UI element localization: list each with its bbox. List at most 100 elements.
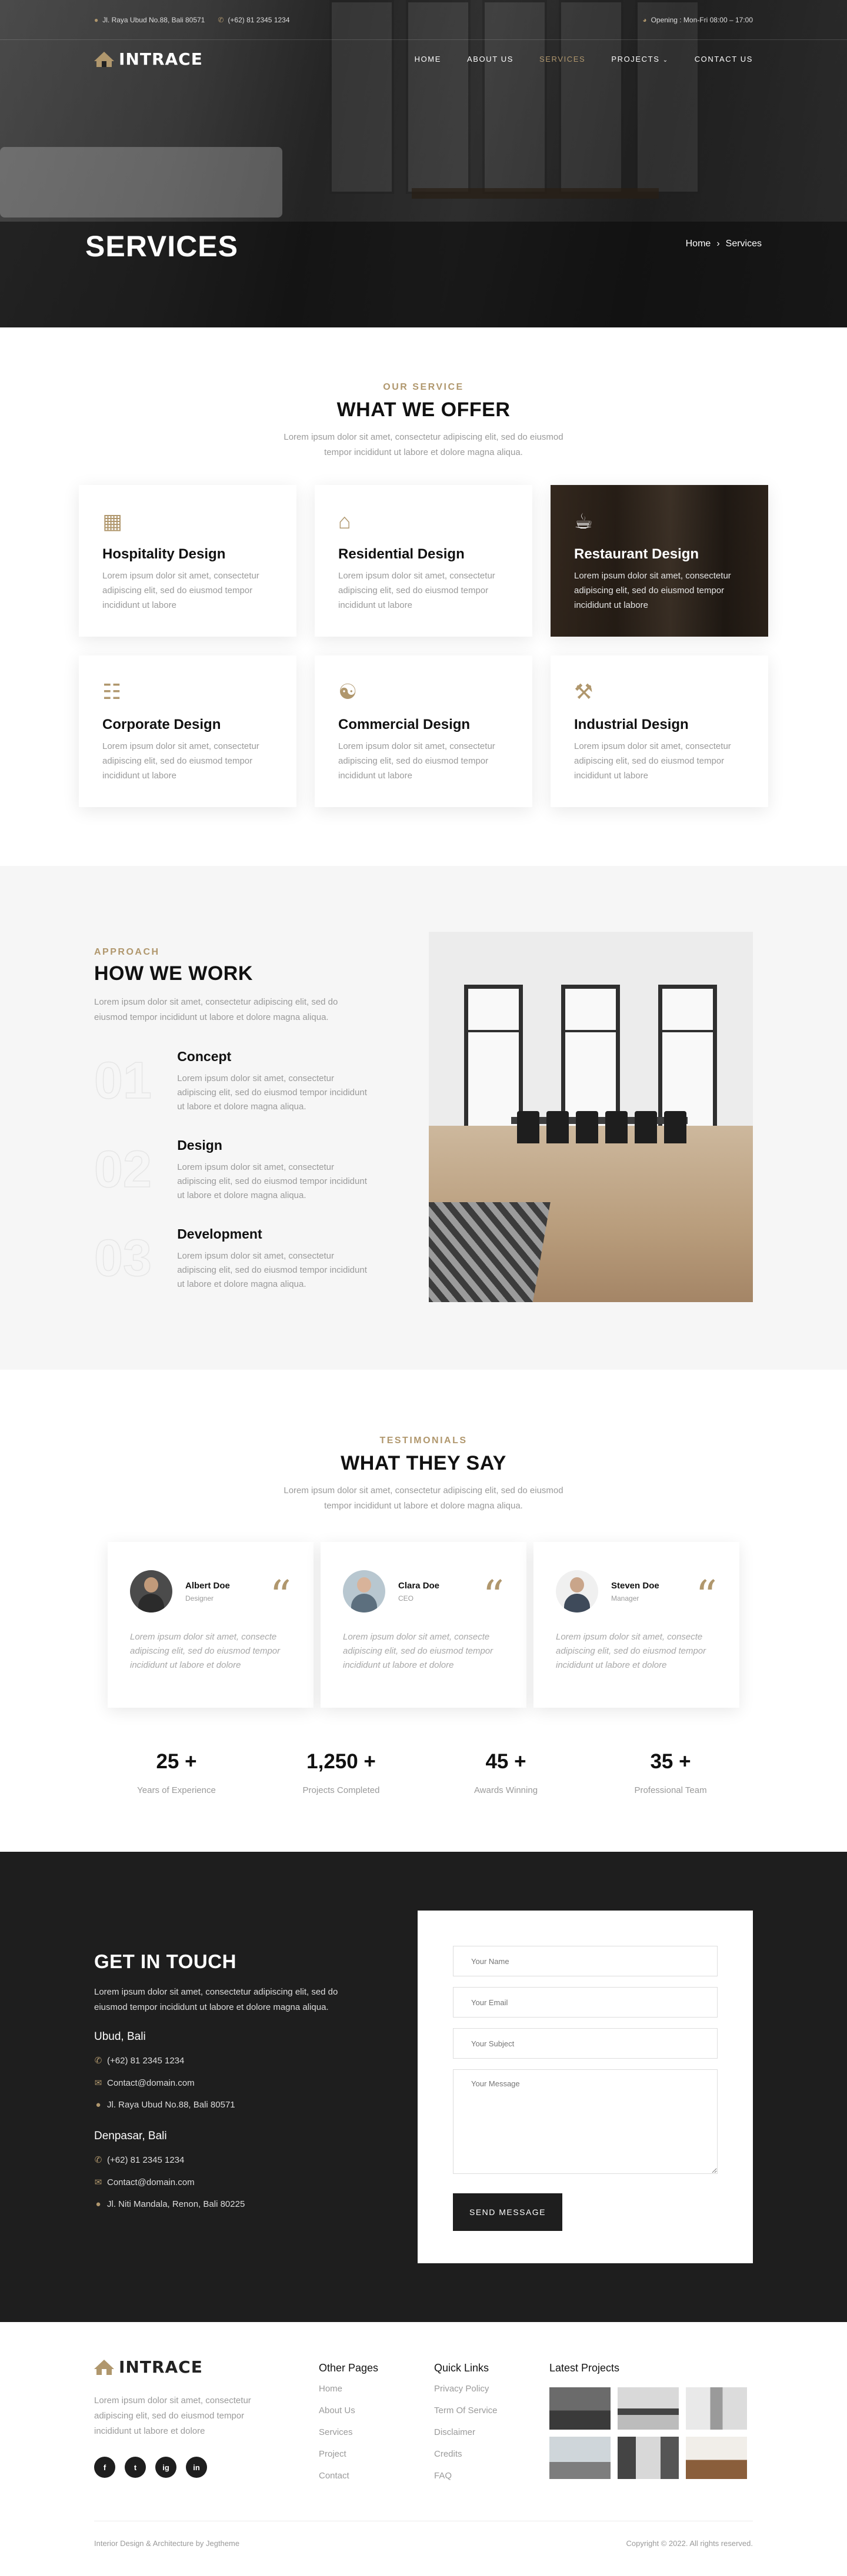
hero-banner: ● Jl. Raya Ubud No.88, Bali 80571 ✆ (+62… [0, 0, 847, 327]
stat-item: 35 + Professional Team [588, 1750, 753, 1795]
service-card-industrial[interactable]: ⚒ Industrial Design Lorem ipsum dolor si… [551, 655, 768, 807]
services-title: WHAT WE OFFER [336, 399, 511, 421]
email-field[interactable] [453, 1987, 718, 2018]
nav-item-home[interactable]: HOME [415, 55, 441, 63]
project-thumbnail[interactable] [686, 2387, 747, 2430]
linkedin-icon[interactable]: in [186, 2457, 207, 2478]
project-thumbnail[interactable] [686, 2437, 747, 2479]
service-card-hospitality[interactable]: ▦ Hospitality Design Lorem ipsum dolor s… [79, 485, 296, 637]
footer-credit: Interior Design & Architecture by Jegthe… [94, 2539, 240, 2548]
service-card-text: Lorem ipsum dolor sit amet, consectetur … [574, 571, 731, 610]
subject-field[interactable] [453, 2028, 718, 2059]
footer-link-project[interactable]: Project [319, 2449, 346, 2459]
step-number: 01 [94, 1051, 152, 1110]
project-thumbnail[interactable] [549, 2387, 611, 2430]
send-message-button[interactable]: SEND MESSAGE [453, 2193, 562, 2231]
office-city: Ubud, Bali [94, 2030, 146, 2043]
stat-label: Awards Winning [473, 1785, 538, 1795]
tools-icon: ⚒ [574, 680, 593, 704]
service-card-restaurant[interactable]: ☕ Restaurant Design Lorem ipsum dolor si… [551, 485, 768, 637]
chevron-right-icon: › [716, 239, 720, 249]
office-phone[interactable]: ✆ (+62) 81 2345 1234 [94, 2055, 359, 2066]
stat-label: Projects Completed [302, 1785, 380, 1795]
blueprint-icon: ☷ [102, 680, 122, 704]
stat-item: 25 + Years of Experience [94, 1750, 259, 1795]
footer-link-privacy-policy[interactable]: Privacy Policy [434, 2384, 489, 2394]
office-phone[interactable]: ✆ (+62) 81 2345 1234 [94, 2155, 359, 2166]
office-email[interactable]: ✉ Contact@domain.com [94, 2077, 359, 2089]
avatar [556, 1570, 598, 1612]
clock-icon: ◕ [642, 16, 647, 24]
project-thumbnail[interactable] [618, 2437, 679, 2479]
footer-link-credits[interactable]: Credits [434, 2449, 462, 2459]
approach-step: 01 Concept Lorem ipsum dolor sit amet, c… [94, 1049, 371, 1114]
footer-link-about-us[interactable]: About Us [319, 2406, 355, 2416]
footer-link-disclaimer[interactable]: Disclaimer [434, 2427, 475, 2437]
service-card-corporate[interactable]: ☷ Corporate Design Lorem ipsum dolor sit… [79, 655, 296, 807]
logo-house-icon [94, 51, 114, 67]
step-number: 03 [94, 1228, 152, 1287]
location-pin-icon: ● [95, 2199, 101, 2209]
office-address: ● Jl. Niti Mandala, Renon, Bali 80225 [94, 2199, 359, 2209]
office-email-text: Contact@domain.com [107, 2077, 195, 2088]
quote-icon: “ [482, 1571, 504, 1621]
footer-link-faq[interactable]: FAQ [434, 2471, 452, 2481]
stat-item: 45 + Awards Winning [424, 1750, 588, 1795]
project-thumbnail[interactable] [618, 2387, 679, 2430]
stat-label: Professional Team [634, 1785, 707, 1795]
testimonial-role: Designer [185, 1594, 214, 1603]
testimonial-role: CEO [398, 1594, 414, 1603]
services-grid: ▦ Hospitality Design Lorem ipsum dolor s… [79, 485, 768, 807]
footer-about: Lorem ipsum dolor sit amet, consectetur … [94, 2396, 251, 2436]
project-thumbnail[interactable] [549, 2437, 611, 2479]
envelope-icon: ✉ [94, 2177, 102, 2187]
service-card-text: Lorem ipsum dolor sit amet, consectetur … [102, 741, 259, 781]
nav-item-contact-us[interactable]: CONTACT US [695, 55, 753, 63]
footer-link-contact[interactable]: Contact [319, 2471, 349, 2481]
logo-house-icon [94, 2359, 114, 2375]
hero-table-decor [412, 188, 659, 199]
service-card-title: Corporate Design [102, 717, 221, 732]
testimonials-section: TESTIMONIALS WHAT THEY SAY Lorem ipsum d… [0, 1370, 847, 1852]
services-section: OUR SERVICE WHAT WE OFFER Lorem ipsum do… [0, 327, 847, 866]
footer-link-term-of-service[interactable]: Term Of Service [434, 2406, 498, 2416]
service-card-commercial[interactable]: ☯ Commercial Design Lorem ipsum dolor si… [315, 655, 532, 807]
footer-link-services[interactable]: Services [319, 2427, 353, 2437]
nav-item-about-us[interactable]: ABOUT US [467, 55, 513, 63]
main-navbar: INTRACE HOME ABOUT US SERVICES PROJECTS … [0, 49, 847, 69]
step-title: Development [177, 1226, 262, 1242]
nav-item-projects[interactable]: PROJECTS ⌄ [611, 55, 668, 63]
testimonial-card: Steven Doe Manager “ Lorem ipsum dolor s… [533, 1542, 739, 1708]
office-city: Denpasar, Bali [94, 2130, 167, 2142]
office-address-text: Jl. Raya Ubud No.88, Bali 80571 [107, 2100, 235, 2110]
coin-hand-icon: ☯ [338, 680, 358, 704]
service-card-text: Lorem ipsum dolor sit amet, consectetur … [338, 571, 495, 610]
facebook-icon[interactable]: f [94, 2457, 115, 2478]
service-card-title: Commercial Design [338, 717, 471, 732]
office-phone-text: (+62) 81 2345 1234 [107, 2055, 185, 2066]
stat-label: Years of Experience [137, 1785, 216, 1795]
twitter-icon[interactable]: t [125, 2457, 146, 2478]
house-icon: ⌂ [338, 509, 351, 533]
contact-description: Lorem ipsum dolor sit amet, consectetur … [94, 1987, 338, 2012]
footer-link-home[interactable]: Home [319, 2384, 342, 2394]
footer-quick-links: Quick Links Privacy Policy Term Of Servi… [434, 2357, 549, 2493]
topbar-phone[interactable]: ✆ (+62) 81 2345 1234 [218, 16, 289, 24]
nav-item-services[interactable]: SERVICES [539, 55, 585, 63]
social-links: f t ig in [94, 2457, 319, 2478]
service-card-text: Lorem ipsum dolor sit amet, consectetur … [338, 741, 495, 781]
office-email-text: Contact@domain.com [107, 2177, 195, 2187]
approach-eyebrow: APPROACH [94, 947, 160, 957]
service-card-residential[interactable]: ⌂ Residential Design Lorem ipsum dolor s… [315, 485, 532, 637]
breadcrumb-home-link[interactable]: Home [686, 239, 711, 249]
nav-item-projects-label: PROJECTS [611, 55, 660, 63]
message-field[interactable] [453, 2069, 718, 2174]
approach-step: 03 Development Lorem ipsum dolor sit ame… [94, 1226, 371, 1292]
footer-brand-logo[interactable]: INTRACE [94, 2357, 319, 2377]
brand-logo[interactable]: INTRACE [94, 49, 203, 69]
office-email[interactable]: ✉ Contact@domain.com [94, 2177, 359, 2188]
approach-section: APPROACH HOW WE WORK Lorem ipsum dolor s… [0, 866, 847, 1370]
name-field[interactable] [453, 1946, 718, 1976]
instagram-icon[interactable]: ig [155, 2457, 176, 2478]
phone-icon: ✆ [94, 2056, 102, 2066]
